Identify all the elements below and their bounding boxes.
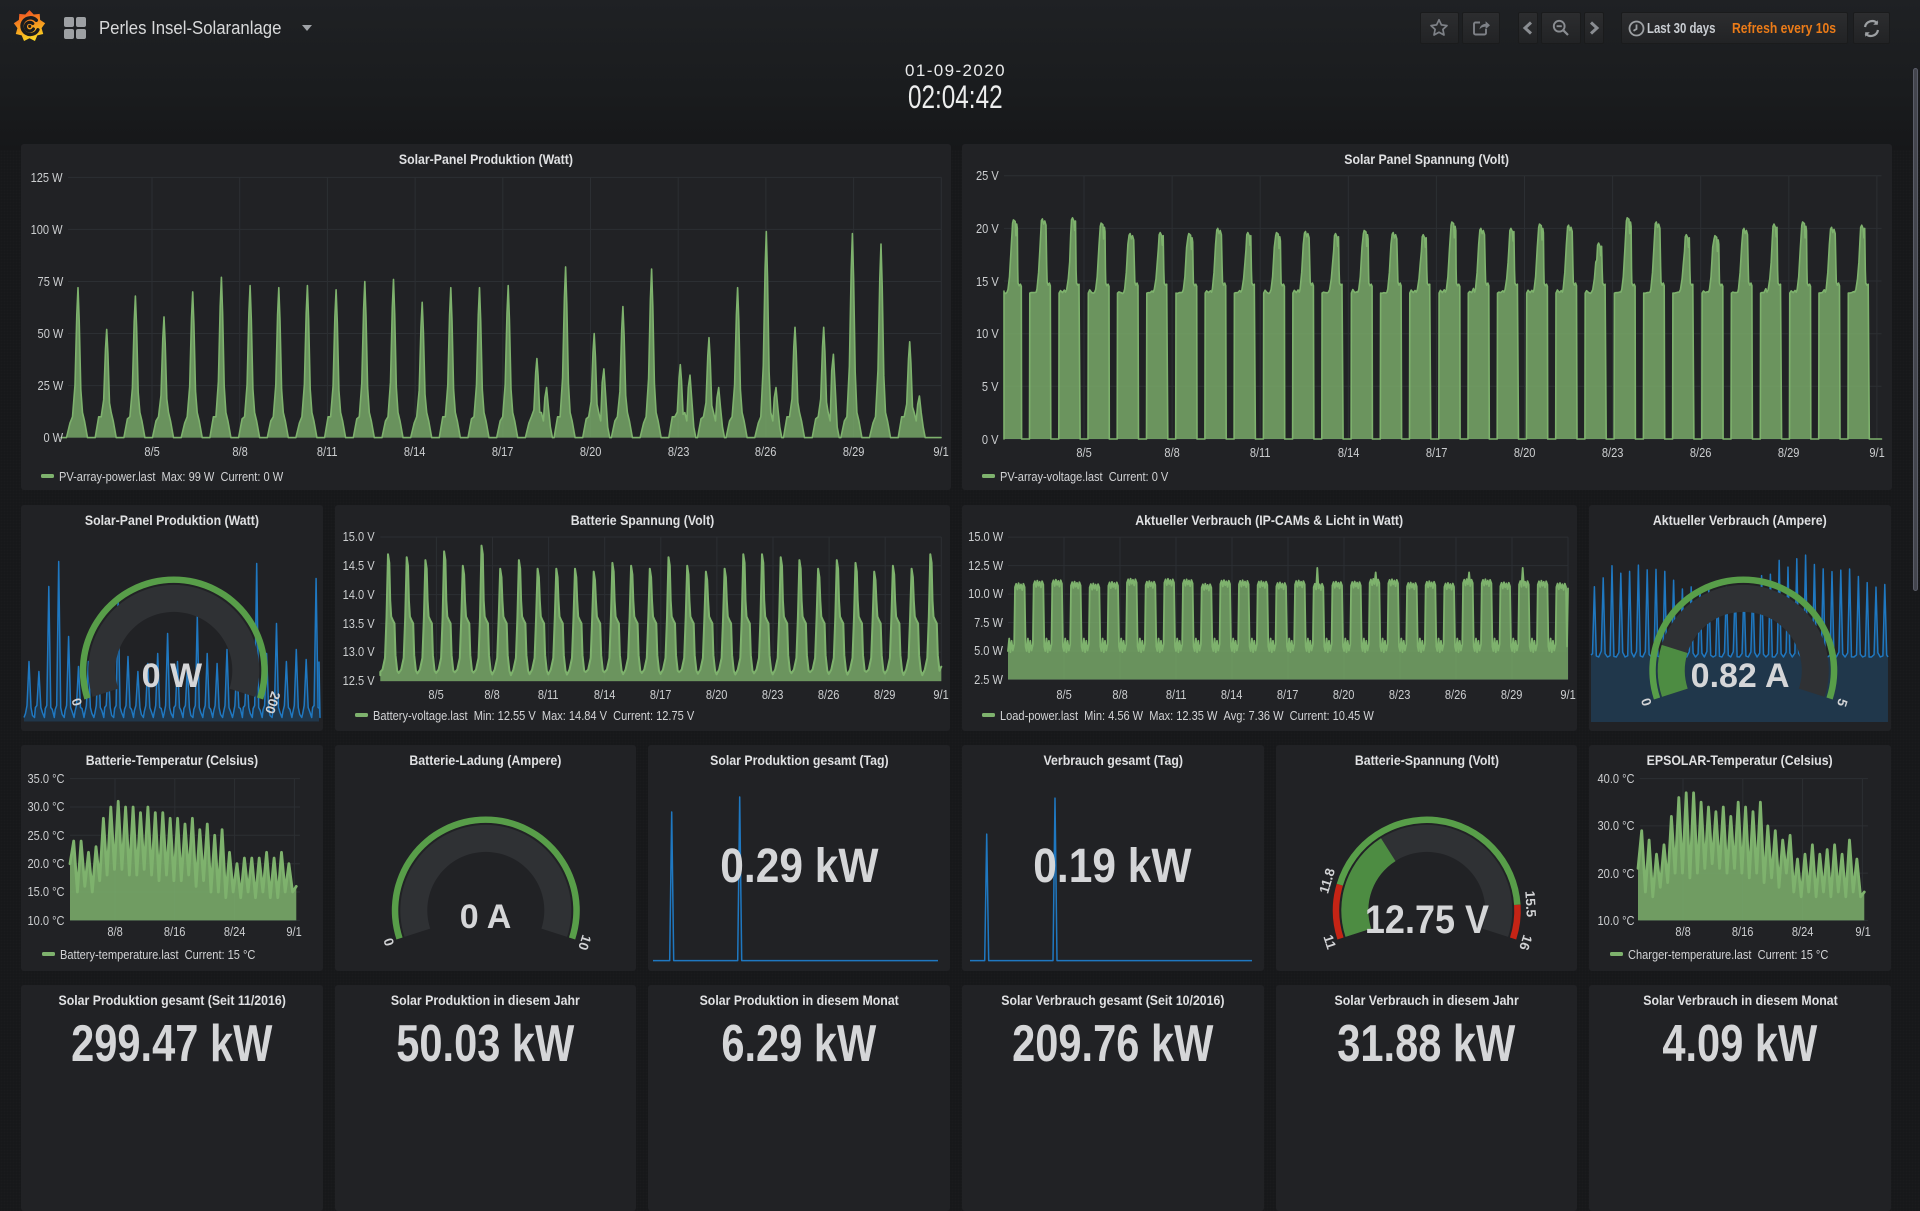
- svg-text:0: 0: [380, 936, 397, 948]
